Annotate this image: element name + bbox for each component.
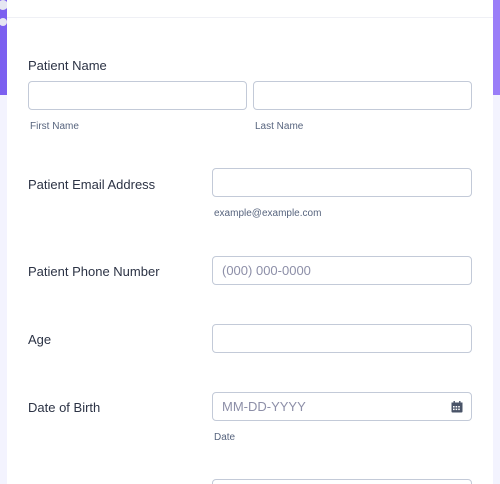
patient-email-label: Patient Email Address xyxy=(28,177,156,192)
age-input[interactable] xyxy=(213,325,471,352)
dob-label: Date of Birth xyxy=(28,400,101,415)
patient-name-label: Patient Name xyxy=(28,58,107,73)
email-input[interactable] xyxy=(213,169,471,196)
age-label: Age xyxy=(28,332,52,347)
patient-phone-label: Patient Phone Number xyxy=(28,264,160,279)
dob-hint: Date xyxy=(214,432,236,443)
form-card: Patient Name First Name Last Name Patien… xyxy=(7,0,493,484)
next-field[interactable] xyxy=(212,479,472,484)
dob-field[interactable] xyxy=(212,392,472,421)
first-name-sublabel: First Name xyxy=(30,121,79,132)
last-name-field[interactable] xyxy=(253,81,472,110)
first-name-field[interactable] xyxy=(28,81,247,110)
age-field[interactable] xyxy=(212,324,472,353)
last-name-sublabel: Last Name xyxy=(255,121,304,132)
dob-input[interactable] xyxy=(213,393,471,420)
phone-field[interactable] xyxy=(212,256,472,285)
card-divider xyxy=(7,17,493,18)
email-hint: example@example.com xyxy=(214,208,322,219)
phone-input[interactable] xyxy=(213,257,471,284)
email-field[interactable] xyxy=(212,168,472,197)
calendar-icon[interactable] xyxy=(451,401,463,413)
last-name-input[interactable] xyxy=(254,82,471,109)
first-name-input[interactable] xyxy=(29,82,246,109)
